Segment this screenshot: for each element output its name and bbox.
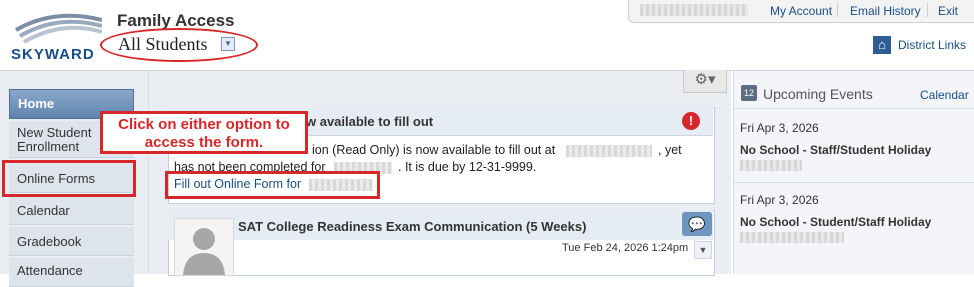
chevron-down-icon[interactable]: ▼ [694,241,712,259]
skyward-logo: SKYWARD [11,13,102,62]
sidebar-item-calendar[interactable]: Calendar [9,196,134,225]
my-account-link[interactable]: My Account [770,4,832,18]
form-due-text: . It is due by 12-31-9999. [398,160,537,174]
event-name[interactable]: No School - Student/Staff Holiday [740,215,931,229]
events-title: Upcoming Events [763,86,873,102]
instruction-callout: Click on either option to access the for… [100,111,308,154]
user-name [640,4,748,16]
district-links-link[interactable]: District Links [898,38,966,52]
form-message-end: , yet [658,143,682,157]
redacted-text [566,145,652,157]
exit-link[interactable]: Exit [938,4,958,18]
sidebar-item-attendance[interactable]: Attendance [9,258,134,287]
form-message: ion (Read Only) is now available to fill… [312,143,556,157]
gear-icon[interactable]: ⚙▾ [683,70,727,93]
redacted-text [740,232,844,243]
event-date: Fri Apr 3, 2026 [740,121,819,135]
divider [927,3,928,17]
divider [734,182,974,183]
logo-text: SKYWARD [11,46,95,62]
card-title: w available to fill out [306,114,434,129]
student-selector[interactable]: All Students [118,34,208,55]
message-date: Tue Feb 24, 2026 1:24pm [562,242,689,254]
calendar-link[interactable]: Calendar [920,88,969,102]
message-title[interactable]: SAT College Readiness Exam Communication… [238,219,586,234]
chat-bubble-icon: 💬 [682,212,712,236]
fill-out-link-highlight [165,171,380,199]
chevron-down-icon[interactable]: ▼ [221,37,235,51]
person-icon [183,228,225,275]
event-name[interactable]: No School - Staff/Student Holiday [740,143,931,157]
online-forms-highlight [2,160,136,197]
calendar-icon: 12 [741,85,757,101]
redacted-text [740,160,802,171]
building-icon[interactable]: ⌂ [873,36,891,54]
email-history-link[interactable]: Email History [850,4,921,18]
avatar [174,218,234,276]
event-date: Fri Apr 3, 2026 [740,193,819,207]
sidebar-item-gradebook[interactable]: Gradebook [9,227,134,256]
divider [837,3,838,17]
alert-icon: ! [682,112,700,130]
